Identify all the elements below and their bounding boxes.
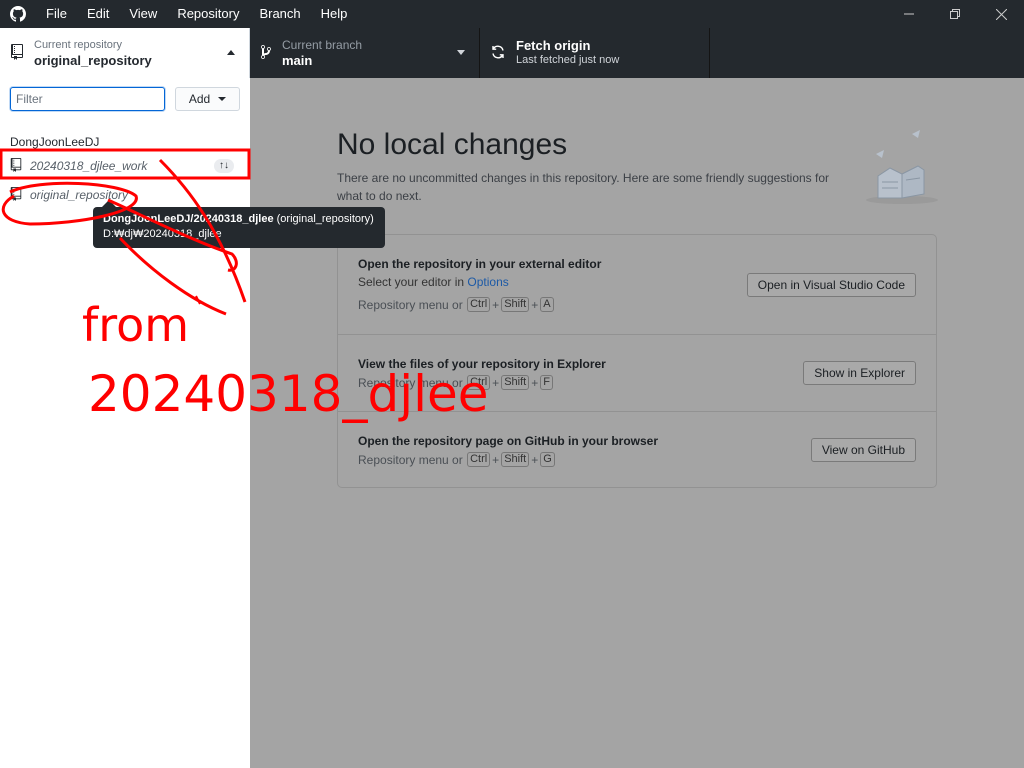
page-title: No local changes [337,128,568,161]
kbd-shift: Shift [501,297,530,312]
title-bar: File Edit View Repository Branch Help [0,0,1024,28]
minimize-icon[interactable] [886,0,932,28]
repo-name: 20240318_djlee_work [30,159,148,173]
kbd-key: G [540,452,555,467]
current-repository-name: original_repository [34,53,152,68]
repo-icon [10,43,24,63]
add-repository-button[interactable]: Add [175,87,240,111]
ahead-behind-badge: ↑↓ [214,159,234,173]
add-button-label: Add [188,92,211,106]
empty-state-illustration-icon [860,128,940,211]
repo-icon [10,186,22,204]
last-fetched-label: Last fetched just now [516,54,620,66]
kbd-ctrl: Ctrl [467,452,491,467]
view-on-github-button[interactable]: View on GitHub [810,438,916,462]
menu-branch[interactable]: Branch [249,0,310,28]
window-controls [886,0,1024,28]
repo-list-item[interactable]: original_repository [10,182,240,208]
suggestion-description: Select your editor in Options [358,275,509,289]
close-icon[interactable] [978,0,1024,28]
shortcut-hint: Repository menu or Ctrl + Shift + A [358,297,555,312]
sync-icon [490,44,506,63]
github-logo-icon [0,0,36,28]
menu-help[interactable]: Help [311,0,358,28]
options-link[interactable]: Options [467,275,508,289]
shortcut-hint: Repository menu or Ctrl + Shift + G [358,452,556,467]
menu-file[interactable]: File [36,0,77,28]
kbd-key: A [540,297,554,312]
caret-down-icon [457,50,465,55]
kbd-ctrl: Ctrl [467,297,491,312]
tooltip-title: DongJoonLeeDJ/20240318_djlee [103,213,274,225]
show-in-explorer-button[interactable]: Show in Explorer [803,361,916,385]
tooltip-arrow [102,200,116,207]
suggestion-card-github: Open the repository page on GitHub in yo… [338,412,936,489]
menu-view[interactable]: View [119,0,167,28]
suggestions-panel: Open the repository in your external edi… [337,234,937,488]
fetch-origin-label: Fetch origin [516,38,591,53]
repo-icon [10,157,22,175]
caret-up-icon [227,50,235,55]
repository-list-panel: Add DongJoonLeeDJ 20240318_djlee_work ↑↓… [0,78,250,768]
shortcut-prefix: Repository menu or [358,452,463,467]
repo-tooltip: DongJoonLeeDJ/20240318_djlee (original_r… [93,207,385,248]
menu-bar: File Edit View Repository Branch Help [36,0,357,28]
chevron-down-icon [218,97,227,101]
current-branch-dropdown[interactable]: Current branch main [250,28,480,78]
annotation-text-repo-name: 20240318_djlee [88,365,489,423]
suggestion-description-text: Select your editor in [358,275,468,289]
tooltip-path: D:₩dj₩20240318_djlee [103,228,222,240]
current-branch-name: main [282,53,313,68]
open-in-editor-button[interactable]: Open in Visual Studio Code [746,273,916,297]
kbd-shift: Shift [501,452,530,467]
current-branch-label: Current branch [282,38,363,52]
kbd-key: F [540,375,553,390]
menu-edit[interactable]: Edit [77,0,119,28]
repo-list-item[interactable]: 20240318_djlee_work ↑↓ [10,153,240,179]
shortcut-prefix: Repository menu or [358,297,463,312]
menu-repository[interactable]: Repository [167,0,249,28]
kbd-shift: Shift [501,375,530,390]
restore-icon[interactable] [932,0,978,28]
fetch-origin-button[interactable]: Fetch origin Last fetched just now [480,28,710,78]
current-repository-label: Current repository [34,39,123,51]
suggestion-title: Open the repository page on GitHub in yo… [358,434,659,448]
current-repository-dropdown[interactable]: Current repository original_repository [0,28,250,78]
page-subtitle: There are no uncommitted changes in this… [337,171,830,203]
branch-icon [260,44,272,63]
repo-group-header: DongJoonLeeDJ [10,135,100,149]
suggestion-title: Open the repository in your external edi… [358,257,602,271]
suggestion-card-editor: Open the repository in your external edi… [338,235,936,335]
filter-input[interactable] [10,87,165,111]
main-content: No local changes There are no uncommitte… [250,78,1024,768]
tooltip-suffix: (original_repository) [273,213,374,225]
annotation-text-from: from [82,298,190,352]
toolbar: Current repository original_repository C… [0,28,1024,78]
